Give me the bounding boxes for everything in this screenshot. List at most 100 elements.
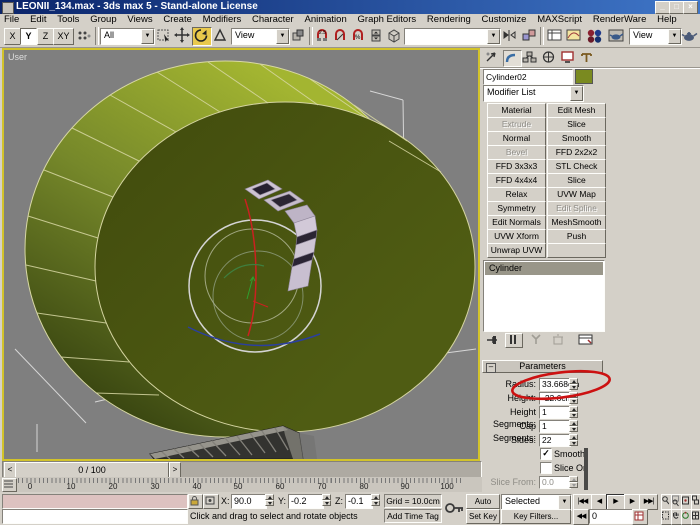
object-color-swatch[interactable] bbox=[575, 69, 593, 84]
open-mini-curve-editor-icon[interactable] bbox=[2, 478, 17, 492]
chevron-down-icon[interactable]: ▼ bbox=[668, 29, 681, 44]
chevron-down-icon[interactable]: ▼ bbox=[558, 495, 571, 510]
add-time-tag[interactable]: Add Time Tag bbox=[384, 509, 442, 523]
menu-graph-editors[interactable]: Graph Editors bbox=[354, 14, 421, 25]
tab-create[interactable] bbox=[484, 50, 501, 65]
track-bar[interactable]: 0 10 20 30 40 50 60 70 80 90 100 bbox=[0, 477, 482, 492]
restrict-x-button[interactable]: X bbox=[4, 28, 21, 45]
radius-spinner[interactable] bbox=[569, 378, 578, 391]
cap-segments-field[interactable]: 1 bbox=[539, 420, 571, 433]
sides-field[interactable]: 22 bbox=[539, 434, 571, 447]
height-segments-spinner[interactable] bbox=[569, 406, 578, 419]
modifier-button[interactable]: UVW Xform bbox=[487, 229, 546, 244]
play-button[interactable]: ▶ bbox=[606, 494, 625, 510]
modifier-button[interactable]: Push bbox=[547, 229, 606, 244]
height-field[interactable]: -22.6cm bbox=[539, 392, 571, 405]
selection-filter-dropdown[interactable]: All▼ bbox=[100, 28, 155, 45]
track-view-icon[interactable] bbox=[546, 27, 563, 44]
stack-item-cylinder[interactable]: Cylinder bbox=[485, 262, 603, 275]
zoom-extents-all-icon[interactable] bbox=[691, 494, 700, 510]
menu-file[interactable]: File bbox=[0, 14, 23, 25]
selection-lock-icon[interactable] bbox=[188, 494, 203, 509]
select-object-icon[interactable] bbox=[156, 27, 172, 44]
tab-display[interactable] bbox=[560, 50, 577, 65]
y-coordinate-spinner[interactable] bbox=[322, 494, 331, 507]
sides-spinner[interactable] bbox=[569, 434, 578, 447]
y-coordinate-field[interactable]: -0.2 bbox=[288, 494, 324, 509]
tab-hierarchy[interactable] bbox=[522, 50, 539, 65]
modifier-button[interactable]: Relax bbox=[487, 187, 546, 202]
minimize-button[interactable]: _ bbox=[655, 1, 670, 14]
go-to-end-button[interactable]: ▶▶| bbox=[639, 494, 658, 510]
chevron-down-icon[interactable]: ▼ bbox=[276, 29, 289, 44]
use-pivot-point-icon[interactable] bbox=[290, 27, 306, 44]
pin-stack-icon[interactable] bbox=[484, 333, 500, 346]
menu-maxscript[interactable]: MAXScript bbox=[533, 14, 586, 25]
menu-customize[interactable]: Customize bbox=[478, 14, 531, 25]
align-icon[interactable] bbox=[521, 27, 537, 44]
parameters-rollout-header[interactable]: – Parameters bbox=[482, 360, 603, 373]
viewport-label[interactable]: User bbox=[8, 52, 27, 62]
quick-render-icon[interactable] bbox=[681, 27, 698, 44]
modifier-button[interactable]: FFD 3x3x3 bbox=[487, 159, 546, 174]
x-coordinate-field[interactable]: 90.0 bbox=[231, 494, 267, 509]
object-name-field[interactable] bbox=[483, 69, 573, 85]
time-slider-handle[interactable]: 0 / 100 bbox=[15, 462, 169, 478]
percent-snap-icon[interactable]: % bbox=[350, 27, 366, 44]
select-and-move-icon[interactable] bbox=[174, 27, 190, 44]
modifier-list-dropdown[interactable]: Modifier List▼ bbox=[483, 85, 584, 102]
modifier-button[interactable]: Slice bbox=[547, 173, 606, 188]
reference-coordinate-dropdown[interactable]: View▼ bbox=[231, 28, 290, 45]
snap-toggle-25-icon[interactable]: 2.5 bbox=[314, 27, 330, 44]
chevron-down-icon[interactable]: ▼ bbox=[570, 86, 583, 101]
close-button[interactable]: × bbox=[683, 1, 698, 14]
min-max-toggle-icon[interactable] bbox=[691, 509, 700, 525]
chevron-down-icon[interactable]: ▼ bbox=[487, 29, 500, 44]
status-listener-field[interactable] bbox=[2, 509, 188, 524]
height-spinner[interactable] bbox=[569, 392, 578, 405]
smooth-checkbox[interactable]: ✓ bbox=[540, 448, 552, 460]
height-segments-field[interactable]: 1 bbox=[539, 406, 571, 419]
next-frame-button[interactable]: ▶ bbox=[624, 494, 640, 510]
tab-modify[interactable] bbox=[503, 50, 522, 67]
array-icon[interactable] bbox=[76, 27, 92, 44]
menu-character[interactable]: Character bbox=[248, 14, 298, 25]
z-coordinate-spinner[interactable] bbox=[371, 494, 380, 507]
modifier-button[interactable]: STL Check bbox=[547, 159, 606, 174]
material-editor-icon[interactable] bbox=[585, 27, 604, 44]
auto-key-button[interactable]: Auto Key bbox=[466, 494, 500, 509]
z-coordinate-field[interactable]: -0.1 bbox=[345, 494, 373, 509]
time-configuration-icon[interactable] bbox=[632, 509, 648, 525]
angle-snap-icon[interactable] bbox=[332, 27, 348, 44]
current-frame-field[interactable]: 0 bbox=[589, 509, 633, 524]
tab-motion[interactable] bbox=[541, 50, 558, 65]
modifier-stack-list[interactable]: Cylinder bbox=[483, 260, 605, 332]
render-type-dropdown[interactable]: View▼ bbox=[629, 28, 682, 45]
collapse-icon[interactable]: – bbox=[486, 363, 496, 373]
restore-button[interactable]: □ bbox=[669, 1, 684, 14]
go-to-start-button[interactable]: |◀◀ bbox=[573, 494, 592, 510]
macro-recorder-field[interactable] bbox=[2, 494, 188, 509]
key-step-toggle[interactable]: ◀◀ bbox=[573, 509, 589, 525]
render-scene-icon[interactable] bbox=[607, 27, 625, 44]
menu-help[interactable]: Help bbox=[653, 14, 681, 25]
frame-next-button[interactable]: > bbox=[169, 462, 181, 478]
menu-tools[interactable]: Tools bbox=[53, 14, 83, 25]
select-and-scale-icon[interactable] bbox=[212, 27, 228, 44]
x-coordinate-spinner[interactable] bbox=[265, 494, 274, 507]
tab-utilities[interactable] bbox=[579, 50, 596, 65]
modifier-button[interactable]: FFD 4x4x4 bbox=[487, 173, 546, 188]
set-key-button[interactable]: Set Key bbox=[466, 509, 500, 524]
modifier-button[interactable]: MeshSmooth bbox=[547, 215, 606, 230]
curve-editor-icon[interactable] bbox=[565, 27, 582, 44]
slice-on-checkbox[interactable] bbox=[540, 462, 552, 474]
menu-animation[interactable]: Animation bbox=[300, 14, 350, 25]
modifier-button[interactable]: Material bbox=[487, 103, 546, 118]
menu-edit[interactable]: Edit bbox=[26, 14, 50, 25]
chevron-down-icon[interactable]: ▼ bbox=[141, 29, 154, 44]
show-end-result-icon[interactable] bbox=[505, 333, 523, 348]
modifier-button[interactable]: Unwrap UVW bbox=[487, 243, 546, 258]
restrict-z-button[interactable]: Z bbox=[37, 28, 54, 45]
restrict-xy-button[interactable]: XY bbox=[53, 28, 74, 45]
menu-views[interactable]: Views bbox=[123, 14, 156, 25]
